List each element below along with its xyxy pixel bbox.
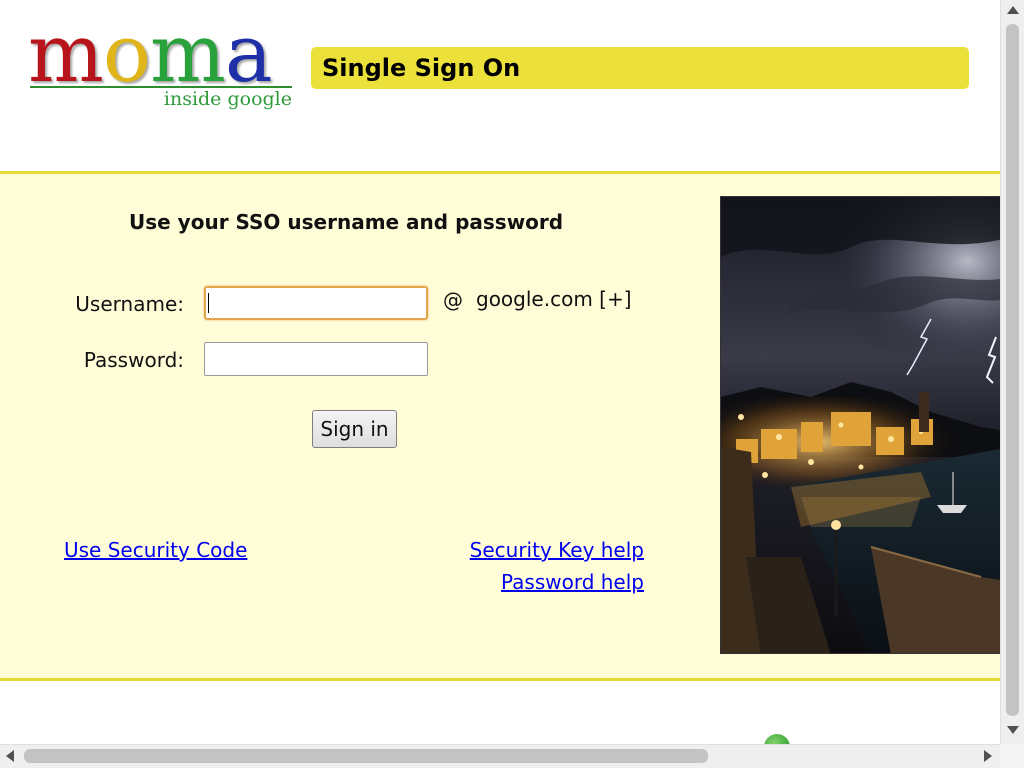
storm-photo — [720, 196, 1000, 654]
login-panel: Use your SSO username and password Usern… — [0, 171, 1000, 681]
logo-letter-m1: m — [28, 7, 104, 100]
logo-letter-m2: m — [150, 7, 226, 100]
logo-letter-o: o — [102, 7, 151, 100]
page-title: Single Sign On — [322, 54, 521, 82]
password-field[interactable] — [204, 342, 428, 376]
scroll-left-arrow-icon[interactable] — [6, 750, 14, 762]
photo-illustration — [721, 197, 1000, 653]
moma-logo[interactable]: moma inside google — [28, 14, 294, 118]
horizontal-scrollbar[interactable] — [0, 744, 1000, 768]
username-field[interactable] — [204, 286, 428, 320]
password-label: Password: — [83, 348, 184, 372]
use-security-code-link[interactable]: Use Security Code — [64, 538, 247, 562]
domain-at-sign: @ — [443, 288, 463, 312]
title-bar: Single Sign On — [311, 47, 969, 89]
status-indicator-icon — [764, 734, 790, 744]
login-heading: Use your SSO username and password — [129, 210, 564, 234]
scroll-up-arrow-icon[interactable] — [1007, 6, 1019, 14]
security-key-help-link[interactable]: Security Key help — [470, 538, 644, 562]
text-caret — [208, 293, 209, 313]
horizontal-scrollbar-thumb[interactable] — [24, 749, 708, 763]
scrollbar-corner — [1000, 744, 1024, 768]
sign-in-button[interactable]: Sign in — [312, 410, 397, 448]
scroll-down-arrow-icon[interactable] — [1007, 726, 1019, 734]
scroll-right-arrow-icon[interactable] — [984, 750, 992, 762]
username-label: Username: — [75, 292, 184, 316]
password-help-link[interactable]: Password help — [501, 570, 644, 594]
logo-wordmark: moma — [28, 7, 273, 100]
domain-selector[interactable]: google.com [+] — [476, 287, 632, 311]
vertical-scrollbar-thumb[interactable] — [1006, 24, 1019, 716]
page-viewport: moma inside google Single Sign On Use yo… — [0, 0, 1000, 744]
vertical-scrollbar[interactable] — [1000, 0, 1024, 744]
logo-tagline: inside google — [163, 88, 292, 110]
logo-letter-a: a — [224, 7, 273, 100]
